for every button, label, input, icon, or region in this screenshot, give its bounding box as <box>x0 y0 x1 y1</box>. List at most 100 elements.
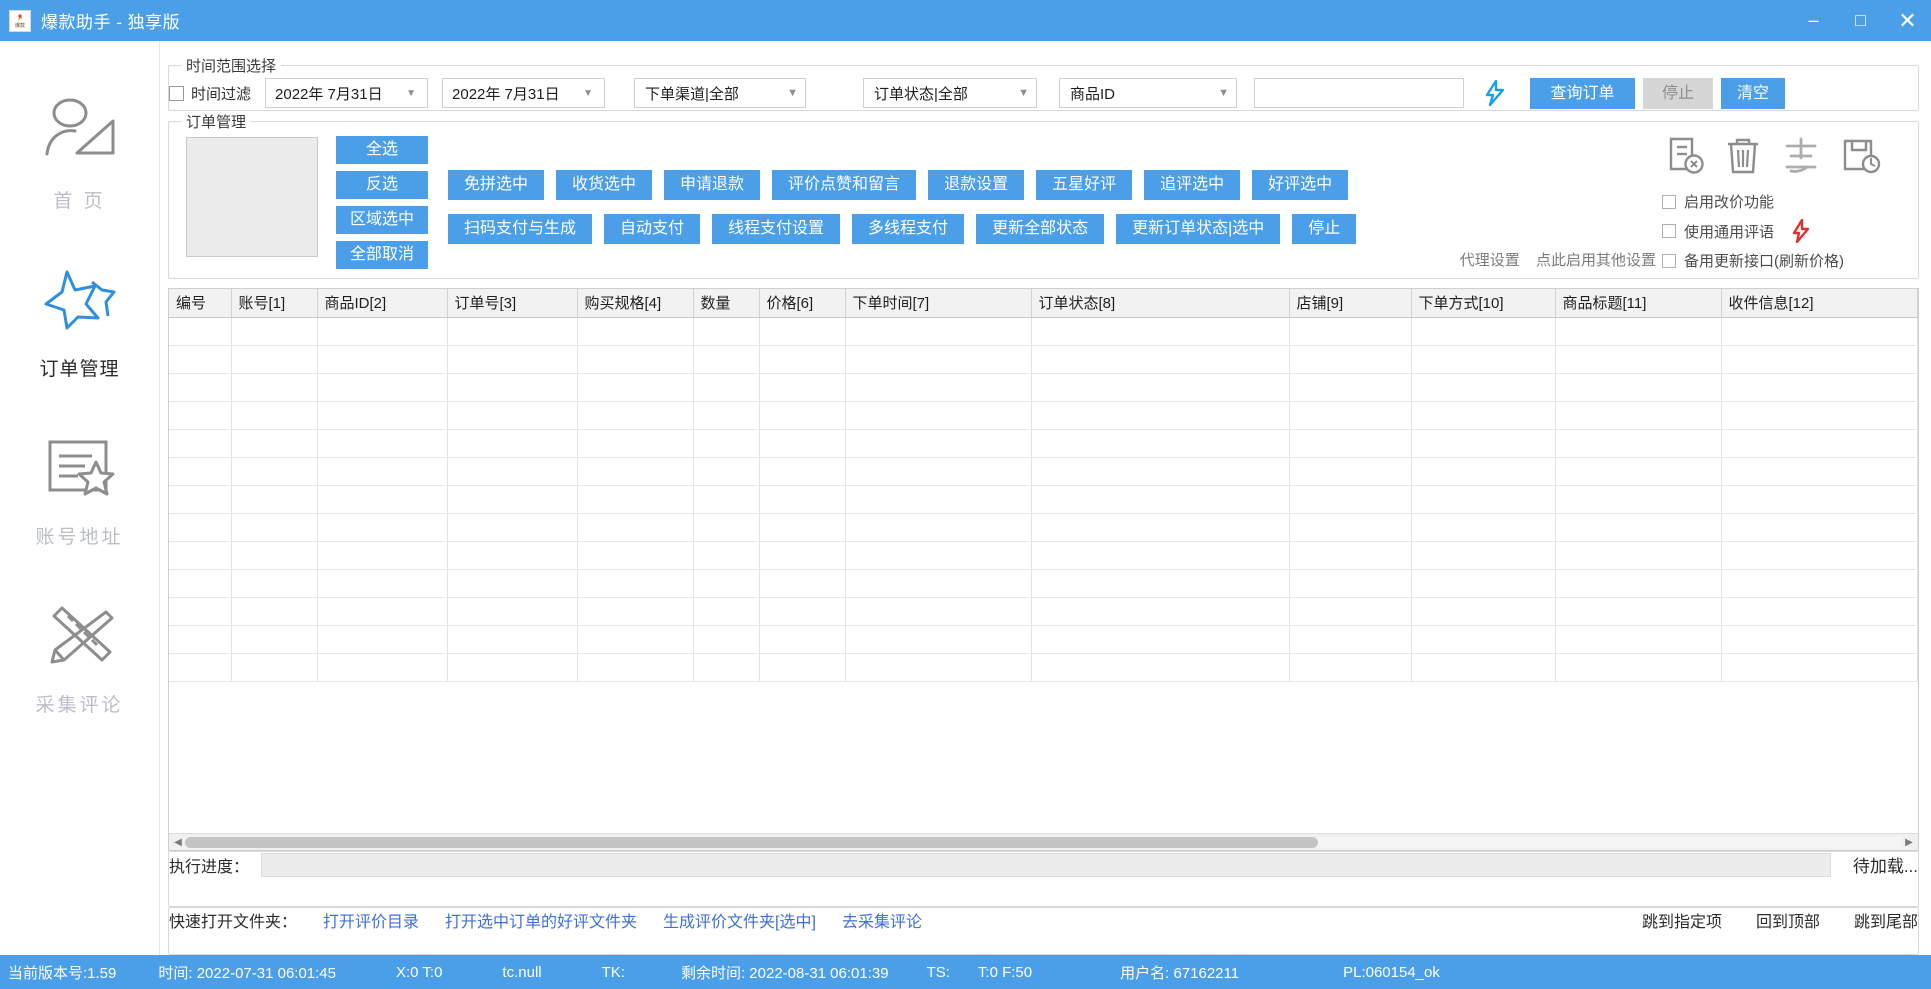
table-cell[interactable] <box>1411 317 1555 345</box>
sidebar-item-collect-comments[interactable]: 采集评论 <box>0 589 160 757</box>
use-generic-comment-checkbox[interactable]: 使用通用评语 <box>1662 219 1914 243</box>
table-cell[interactable] <box>845 541 1031 569</box>
table-cell[interactable] <box>169 317 231 345</box>
generate-review-folder-link[interactable]: 生成评价文件夹[选中] <box>663 908 816 932</box>
table-cell[interactable] <box>317 401 447 429</box>
table-cell[interactable] <box>169 345 231 373</box>
table-cell[interactable] <box>1721 513 1918 541</box>
table-cell[interactable] <box>1555 625 1721 653</box>
column-header-order-status[interactable]: 订单状态[8] <box>1031 289 1289 317</box>
table-cell[interactable] <box>759 401 845 429</box>
table-cell[interactable] <box>577 653 693 681</box>
table-cell[interactable] <box>1289 569 1411 597</box>
table-cell[interactable] <box>231 541 317 569</box>
table-cell[interactable] <box>1721 373 1918 401</box>
table-cell[interactable] <box>845 345 1031 373</box>
image-preview-box[interactable] <box>186 137 318 257</box>
scrollbar-track[interactable] <box>185 837 1902 848</box>
table-cell[interactable] <box>169 457 231 485</box>
table-cell[interactable] <box>845 373 1031 401</box>
table-cell[interactable] <box>231 457 317 485</box>
table-cell[interactable] <box>231 485 317 513</box>
chevron-down-icon[interactable]: ▼ <box>399 88 423 99</box>
table-row[interactable] <box>169 401 1918 429</box>
table-cell[interactable] <box>577 625 693 653</box>
table-cell[interactable] <box>759 429 845 457</box>
table-cell[interactable] <box>231 317 317 345</box>
clear-button[interactable]: 清空 <box>1721 78 1785 109</box>
table-cell[interactable] <box>1411 345 1555 373</box>
table-cell[interactable] <box>845 401 1031 429</box>
table-cell[interactable] <box>1555 429 1721 457</box>
table-cell[interactable] <box>1721 541 1918 569</box>
table-cell[interactable] <box>447 317 577 345</box>
table-cell[interactable] <box>1721 625 1918 653</box>
minimize-button[interactable]: – <box>1790 0 1837 41</box>
table-cell[interactable] <box>759 317 845 345</box>
table-cell[interactable] <box>693 345 759 373</box>
table-cell[interactable] <box>1555 457 1721 485</box>
table-cell[interactable] <box>317 513 447 541</box>
table-cell[interactable] <box>845 569 1031 597</box>
table-cell[interactable] <box>1411 429 1555 457</box>
table-cell[interactable] <box>169 653 231 681</box>
table-cell[interactable] <box>1289 429 1411 457</box>
jump-to-bottom-link[interactable]: 跳到尾部 <box>1854 908 1918 932</box>
table-cell[interactable] <box>1555 317 1721 345</box>
table-cell[interactable] <box>1721 429 1918 457</box>
table-cell[interactable] <box>1721 345 1918 373</box>
table-cell[interactable] <box>1031 513 1289 541</box>
table-cell[interactable] <box>169 569 231 597</box>
table-cell[interactable] <box>447 457 577 485</box>
lightning-icon[interactable] <box>1482 79 1508 107</box>
table-cell[interactable] <box>169 513 231 541</box>
free-group-selected-button[interactable]: 免拼选中 <box>448 170 544 200</box>
table-cell[interactable] <box>447 401 577 429</box>
table-cell[interactable] <box>1411 485 1555 513</box>
column-header-quantity[interactable]: 数量 <box>693 289 759 317</box>
table-row[interactable] <box>169 625 1918 653</box>
table-cell[interactable] <box>693 569 759 597</box>
table-row[interactable] <box>169 541 1918 569</box>
table-cell[interactable] <box>1555 373 1721 401</box>
confirm-receipt-selected-button[interactable]: 收货选中 <box>556 170 652 200</box>
table-cell[interactable] <box>317 317 447 345</box>
column-header-order-no[interactable]: 订单号[3] <box>447 289 577 317</box>
time-filter-checkbox[interactable]: 时间过滤 <box>169 83 251 104</box>
table-cell[interactable] <box>317 625 447 653</box>
table-cell[interactable] <box>447 429 577 457</box>
table-cell[interactable] <box>317 429 447 457</box>
column-header-shop[interactable]: 店铺[9] <box>1289 289 1411 317</box>
table-cell[interactable] <box>577 345 693 373</box>
table-cell[interactable] <box>231 513 317 541</box>
column-header-spec[interactable]: 购买规格[4] <box>577 289 693 317</box>
table-cell[interactable] <box>693 317 759 345</box>
save-refresh-icon[interactable] <box>1840 136 1882 183</box>
table-cell[interactable] <box>1031 485 1289 513</box>
table-cell[interactable] <box>693 541 759 569</box>
table-cell[interactable] <box>1031 597 1289 625</box>
table-cell[interactable] <box>1031 345 1289 373</box>
backup-update-api-checkbox[interactable]: 备用更新接口(刷新价格) <box>1662 250 1914 271</box>
scroll-left-icon[interactable]: ◀ <box>171 837 185 848</box>
table-cell[interactable] <box>317 597 447 625</box>
table-row[interactable] <box>169 485 1918 513</box>
table-cell[interactable] <box>317 457 447 485</box>
table-row[interactable] <box>169 345 1918 373</box>
table-cell[interactable] <box>1555 597 1721 625</box>
table-cell[interactable] <box>693 401 759 429</box>
table-cell[interactable] <box>231 625 317 653</box>
close-button[interactable]: ✕ <box>1884 0 1931 41</box>
table-cell[interactable] <box>447 569 577 597</box>
table-cell[interactable] <box>169 541 231 569</box>
table-cell[interactable] <box>759 541 845 569</box>
table-cell[interactable] <box>169 625 231 653</box>
table-cell[interactable] <box>231 401 317 429</box>
table-cell[interactable] <box>577 541 693 569</box>
column-header-goods-id[interactable]: 商品ID[2] <box>317 289 447 317</box>
table-cell[interactable] <box>1411 513 1555 541</box>
table-cell[interactable] <box>845 513 1031 541</box>
table-cell[interactable] <box>1411 625 1555 653</box>
table-cell[interactable] <box>317 541 447 569</box>
table-cell[interactable] <box>169 401 231 429</box>
